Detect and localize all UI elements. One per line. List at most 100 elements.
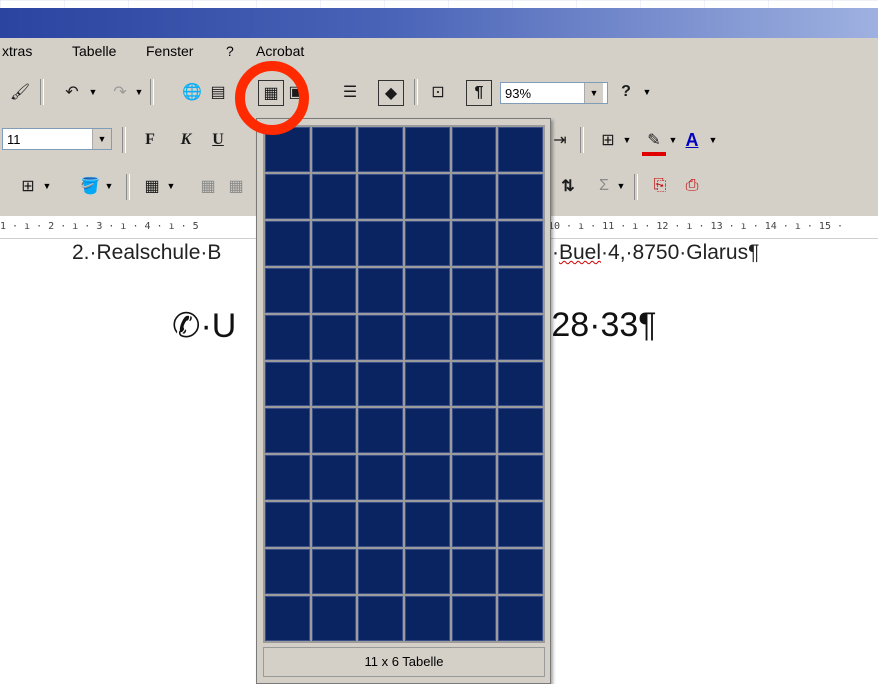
table-grid-cell[interactable] xyxy=(265,455,310,501)
menu-acrobat[interactable]: Acrobat xyxy=(256,43,304,59)
table-grid-cell[interactable] xyxy=(265,502,310,548)
table-grid-cell[interactable] xyxy=(405,361,450,407)
insert-table-small-dropdown-icon[interactable]: ▼ xyxy=(166,174,176,198)
table-grid-cell[interactable] xyxy=(265,361,310,407)
highlight-dropdown-icon[interactable]: ▼ xyxy=(668,128,678,152)
table-size-grid[interactable] xyxy=(263,125,545,643)
table-grid-cell[interactable] xyxy=(405,455,450,501)
insert-table-small-icon[interactable]: ▦ xyxy=(140,174,164,198)
table-grid-cell[interactable] xyxy=(451,408,497,454)
table-grid-cell[interactable] xyxy=(405,267,450,313)
table-grid-cell[interactable] xyxy=(498,596,543,641)
table-grid-cell[interactable] xyxy=(358,596,403,641)
table-grid-cell[interactable] xyxy=(498,314,543,360)
table-grid-cell[interactable] xyxy=(498,502,543,548)
undo-icon[interactable]: ↶ xyxy=(60,80,84,104)
table-grid-cell[interactable] xyxy=(358,127,403,172)
table-grid-cell[interactable] xyxy=(451,127,497,172)
table-grid-cell[interactable] xyxy=(405,220,450,266)
font-color-button[interactable]: A xyxy=(680,128,704,152)
font-size-dropdown-icon[interactable]: ▼ xyxy=(92,129,111,149)
table-grid-cell[interactable] xyxy=(451,502,497,548)
table-grid-cell[interactable] xyxy=(405,549,450,595)
borders-dropdown-icon[interactable]: ▼ xyxy=(622,128,632,152)
menu-fenster[interactable]: Fenster xyxy=(146,43,193,59)
table-grid-cell[interactable] xyxy=(498,361,543,407)
drawing-icon[interactable]: ◆ xyxy=(378,80,404,106)
table-grid-cell[interactable] xyxy=(451,220,497,266)
table-grid-cell[interactable] xyxy=(265,173,310,219)
table-borders-dropdown-icon[interactable]: ▼ xyxy=(42,174,52,198)
tables-borders-icon[interactable]: ▤ xyxy=(206,80,230,104)
table-grid-cell[interactable] xyxy=(358,314,403,360)
redo-dropdown-icon[interactable]: ▼ xyxy=(134,80,144,104)
table-grid-cell[interactable] xyxy=(358,173,403,219)
table-grid-cell[interactable] xyxy=(265,220,310,266)
table-grid-cell[interactable] xyxy=(451,549,497,595)
table-grid-cell[interactable] xyxy=(311,502,357,548)
table-grid-cell[interactable] xyxy=(311,408,357,454)
table-grid-cell[interactable] xyxy=(265,408,310,454)
table-grid-cell[interactable] xyxy=(498,127,543,172)
table-grid-cell[interactable] xyxy=(358,502,403,548)
shading-dropdown-icon[interactable]: ▼ xyxy=(104,174,114,198)
table-grid-cell[interactable] xyxy=(358,549,403,595)
document-map-icon[interactable]: ⊡ xyxy=(426,80,450,104)
underline-button[interactable]: U xyxy=(206,128,230,152)
table-grid-cell[interactable] xyxy=(405,314,450,360)
zoom-dropdown-icon[interactable]: ▼ xyxy=(584,83,603,103)
table-grid-cell[interactable] xyxy=(311,314,357,360)
italic-button[interactable]: K xyxy=(174,128,198,152)
menu-help[interactable]: ? xyxy=(226,43,234,59)
table-grid-cell[interactable] xyxy=(451,314,497,360)
table-grid-cell[interactable] xyxy=(311,220,357,266)
table-borders-icon[interactable]: ⊞ xyxy=(16,174,40,198)
table-grid-cell[interactable] xyxy=(498,267,543,313)
table-grid-cell[interactable] xyxy=(265,267,310,313)
table-grid-cell[interactable] xyxy=(358,361,403,407)
table-grid-cell[interactable] xyxy=(358,455,403,501)
help-icon[interactable]: ? xyxy=(614,80,638,104)
table-grid-cell[interactable] xyxy=(265,596,310,641)
merge-cells-icon[interactable]: ▦ xyxy=(196,174,220,198)
font-color-dropdown-icon[interactable]: ▼ xyxy=(708,128,718,152)
table-grid-cell[interactable] xyxy=(311,455,357,501)
bold-button[interactable]: F xyxy=(138,128,162,152)
table-grid-cell[interactable] xyxy=(358,220,403,266)
table-grid-cell[interactable] xyxy=(358,267,403,313)
menu-extras[interactable]: xtras xyxy=(2,43,32,59)
table-grid-cell[interactable] xyxy=(405,596,450,641)
autosum-icon[interactable]: Σ xyxy=(592,174,616,198)
indent-icon[interactable]: ⇥ xyxy=(548,128,572,152)
table-grid-cell[interactable] xyxy=(451,455,497,501)
highlight-pen-icon[interactable]: ✎ xyxy=(642,128,666,156)
table-grid-cell[interactable] xyxy=(498,220,543,266)
format-painter-icon[interactable]: 🖌 xyxy=(8,80,32,104)
table-grid-cell[interactable] xyxy=(265,314,310,360)
table-grid-cell[interactable] xyxy=(311,127,357,172)
table-grid-cell[interactable] xyxy=(451,267,497,313)
sort-ascending-icon[interactable]: ⇅ xyxy=(556,174,580,198)
table-grid-cell[interactable] xyxy=(451,596,497,641)
table-grid-cell[interactable] xyxy=(405,502,450,548)
table-grid-cell[interactable] xyxy=(451,361,497,407)
borders-icon[interactable]: ⊞ xyxy=(596,128,620,152)
redo-icon[interactable]: ↷ xyxy=(108,80,132,104)
table-grid-cell[interactable] xyxy=(498,408,543,454)
table-grid-cell[interactable] xyxy=(405,408,450,454)
autosum-dropdown-icon[interactable]: ▼ xyxy=(616,174,626,198)
hyperlink-globe-icon[interactable]: 🌐 xyxy=(180,80,204,104)
table-grid-cell[interactable] xyxy=(265,549,310,595)
table-grid-cell[interactable] xyxy=(311,173,357,219)
table-grid-cell[interactable] xyxy=(498,549,543,595)
table-grid-cell[interactable] xyxy=(405,127,450,172)
table-grid-cell[interactable] xyxy=(311,361,357,407)
undo-dropdown-icon[interactable]: ▼ xyxy=(88,80,98,104)
help-dropdown-icon[interactable]: ▼ xyxy=(642,80,652,104)
table-grid-cell[interactable] xyxy=(498,455,543,501)
table-grid-cell[interactable] xyxy=(358,408,403,454)
split-cells-icon[interactable]: ▦ xyxy=(224,174,248,198)
columns-icon[interactable]: ☰ xyxy=(338,80,362,104)
table-grid-cell[interactable] xyxy=(498,173,543,219)
show-formatting-icon[interactable]: ¶ xyxy=(466,80,492,106)
